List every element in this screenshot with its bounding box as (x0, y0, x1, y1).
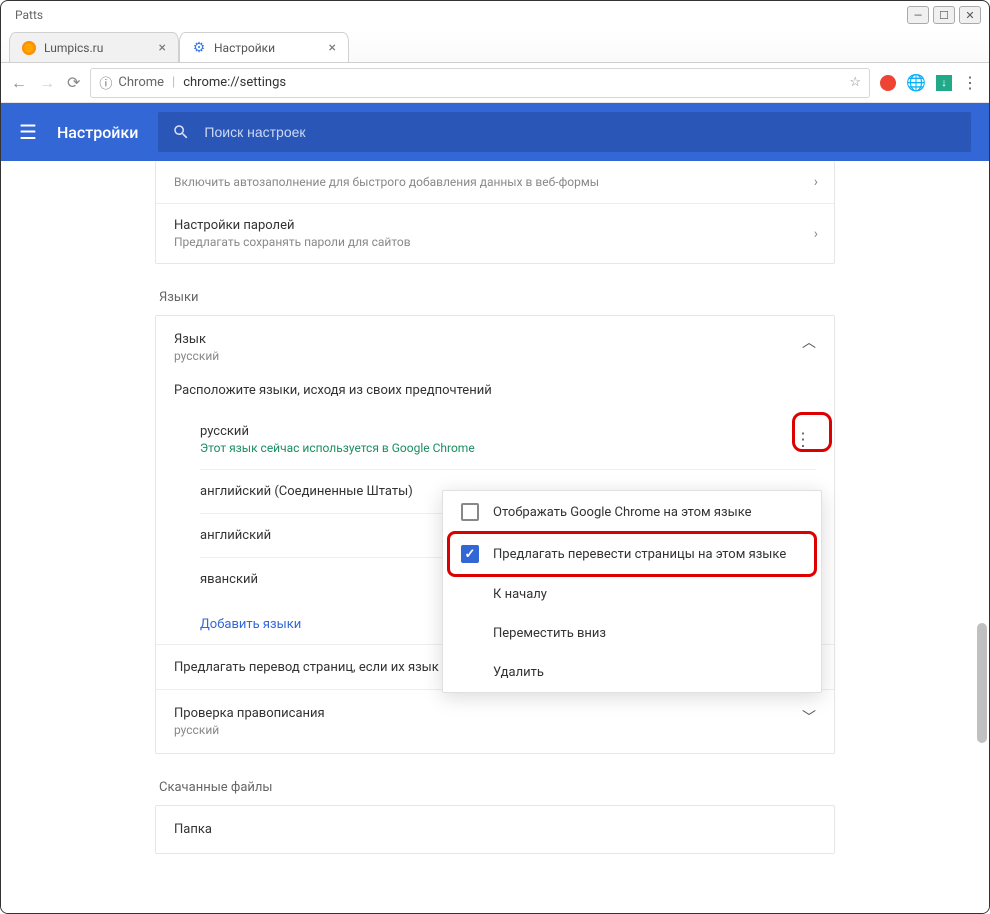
maximize-button[interactable]: ☐ (933, 6, 955, 24)
language-options-button[interactable]: ⋮ (786, 425, 820, 454)
folder-label: Папка (174, 822, 212, 837)
language-item-russian: русский Этот язык сейчас используется в … (200, 410, 816, 470)
titlebar: Patts — ☐ ✕ (1, 1, 989, 29)
tab-settings[interactable]: ⚙ Настройки × (179, 32, 349, 62)
secure-chip[interactable]: ⓘ Chrome (99, 73, 164, 92)
tab-title: Настройки (214, 41, 275, 55)
checkbox-unchecked-icon[interactable] (461, 503, 479, 521)
tab-close-icon[interactable]: × (329, 40, 336, 56)
language-note: Этот язык сейчас используется в Google C… (200, 441, 816, 455)
section-languages: Языки (159, 290, 835, 305)
favicon-gear-icon: ⚙ (192, 41, 206, 55)
chrome-menu-icon[interactable]: ⋮ (962, 73, 979, 92)
scrollbar-thumb[interactable] (977, 623, 987, 743)
autofill-row[interactable]: Включить автозаполнение для быстрого доб… (156, 161, 834, 203)
window-title: Patts (9, 8, 43, 22)
reload-button[interactable]: ⟳ (67, 73, 80, 93)
popup-display-chrome[interactable]: Отображать Google Chrome на этом языке (443, 491, 821, 533)
popup-label: Переместить вниз (493, 626, 606, 641)
popup-label: Предлагать перевести страницы на этом яз… (493, 547, 786, 562)
spellcheck-sub: русский (174, 723, 325, 737)
bookmark-star-icon[interactable]: ☆ (849, 75, 861, 90)
chevron-down-icon[interactable]: ︿ (802, 706, 816, 726)
spellcheck-title: Проверка правописания (174, 706, 325, 721)
language-header[interactable]: Язык русский ︿ (156, 316, 834, 379)
language-name: русский (200, 424, 816, 439)
passwords-row[interactable]: Настройки паролей Предлагать сохранять п… (156, 203, 834, 263)
tab-strip: Lumpics.ru × ⚙ Настройки × (1, 29, 989, 63)
downloads-folder-row[interactable]: Папка (156, 806, 834, 853)
popup-label: Отображать Google Chrome на этом языке (493, 505, 752, 520)
language-description: Расположите языки, исходя из своих предп… (156, 379, 834, 410)
spellcheck-row[interactable]: Проверка правописания русский ︿ (156, 689, 834, 753)
tab-close-icon[interactable]: × (159, 40, 166, 56)
url-text: chrome://settings (183, 75, 286, 90)
close-button[interactable]: ✕ (959, 6, 981, 24)
checkbox-checked-icon[interactable]: ✓ (461, 545, 479, 563)
settings-appbar: ☰ Настройки (1, 103, 989, 161)
popup-delete[interactable]: Удалить (443, 653, 821, 692)
extension-globe-icon[interactable]: 🌐 (906, 73, 926, 92)
language-sub: русский (174, 349, 219, 363)
section-downloads: Скачанные файлы (159, 780, 835, 795)
menu-icon[interactable]: ☰ (19, 120, 37, 144)
favicon-lumpics-icon (22, 41, 36, 55)
chevron-up-icon[interactable]: ︿ (802, 332, 816, 352)
popup-move-down[interactable]: Переместить вниз (443, 614, 821, 653)
settings-search[interactable] (158, 112, 971, 152)
settings-search-input[interactable] (202, 123, 957, 141)
tab-lumpics[interactable]: Lumpics.ru × (9, 32, 179, 62)
address-bar: ← → ⟳ ⓘ Chrome | chrome://settings ☆ 🌐 ↓… (1, 63, 989, 103)
forward-button[interactable]: → (39, 73, 55, 93)
search-icon (172, 123, 190, 141)
add-language-link[interactable]: Добавить языки (200, 617, 301, 632)
chevron-right-icon: › (814, 174, 818, 190)
back-button[interactable]: ← (11, 73, 27, 93)
passwords-title: Настройки паролей (174, 218, 816, 233)
minimize-button[interactable]: — (907, 6, 929, 24)
chevron-right-icon: › (814, 226, 818, 242)
content-area: Включить автозаполнение для быстрого доб… (1, 161, 989, 913)
extension-download-icon[interactable]: ↓ (936, 75, 952, 91)
language-title: Язык (174, 332, 219, 347)
appbar-title: Настройки (57, 123, 138, 142)
popup-label: К началу (493, 587, 547, 602)
autofill-sub: Включить автозаполнение для быстрого доб… (174, 175, 816, 189)
popup-move-top[interactable]: К началу (443, 575, 821, 614)
language-options-popup: Отображать Google Chrome на этом языке ✓… (442, 490, 822, 693)
extension-opera-icon[interactable] (880, 75, 896, 91)
tab-title: Lumpics.ru (44, 41, 103, 55)
omnibox[interactable]: ⓘ Chrome | chrome://settings ☆ (90, 68, 870, 98)
passwords-sub: Предлагать сохранять пароли для сайтов (174, 235, 816, 249)
popup-label: Удалить (493, 665, 544, 680)
popup-translate-pages[interactable]: ✓ Предлагать перевести страницы на этом … (443, 533, 821, 575)
